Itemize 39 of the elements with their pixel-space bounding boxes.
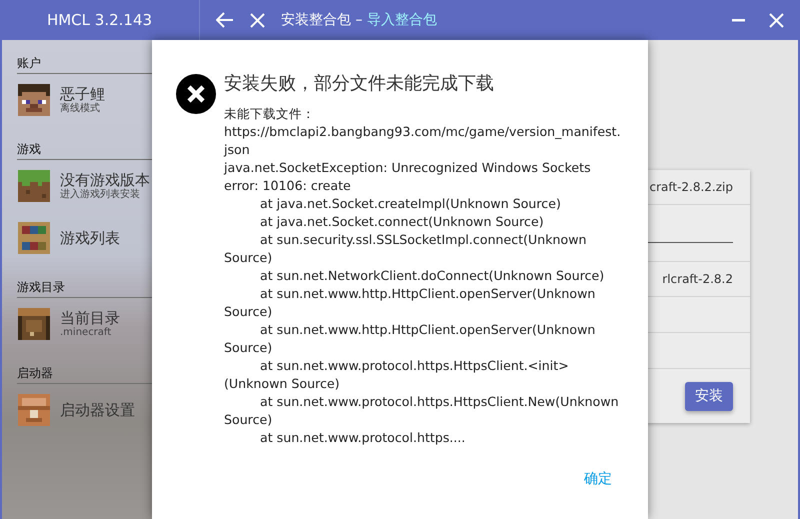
sidebar-item[interactable]: 游戏列表 <box>2 212 200 264</box>
page-title: 安装整合包 – 导入整合包 <box>281 10 437 30</box>
item-title: 游戏列表 <box>60 229 120 247</box>
crate-icon <box>18 308 50 340</box>
file-name: rlcraft-2.8.2 <box>662 271 733 288</box>
item-title: 恶子鲤 <box>60 85 105 103</box>
sidebar-item[interactable]: 启动器设置 <box>2 384 200 436</box>
confirm-button[interactable]: 确定 <box>584 469 612 490</box>
stack-trace-line: at sun.net.www.http.HttpClient.openServer(Unknown Source) <box>224 321 596 357</box>
item-title: 启动器设置 <box>60 401 135 419</box>
item-title: 没有游戏版本 <box>60 171 150 189</box>
app-name: HMCL 3.2.143 <box>46 10 152 31</box>
item-subtitle: .minecraft <box>60 327 112 339</box>
item-subtitle: 离线模式 <box>60 103 101 115</box>
close-icon[interactable] <box>769 12 784 28</box>
stack-trace-line: at sun.net.NetworkClient.doConnect(Unknown Source) <box>259 267 606 285</box>
stack-trace-line: at sun.net.www.protocol.https.HttpsClient.<init>(Unknown Source) <box>224 357 570 393</box>
head-icon <box>18 84 50 116</box>
file-name: craft-2.8.2.zip <box>649 179 733 196</box>
stack-trace-line: at sun.net.www.http.HttpClient.openServer(Unknown Source) <box>224 285 596 321</box>
item-title: 当前目录 <box>60 309 120 327</box>
bookshelf-icon <box>18 222 50 254</box>
stack-trace-line: at java.net.Socket.createImpl(Unknown Source) <box>259 195 562 213</box>
dialog-title: 安装失败，部分文件未能完成下载 <box>224 72 495 96</box>
stack-trace-line: at sun.security.ssl.SSLSocketImpl.connect(Unknown Source) <box>224 231 588 267</box>
stack-trace-line: at sun.net.www.protocol.https.HttpsClient.New(Unknown Source) <box>224 393 620 429</box>
grass-block-icon <box>18 170 50 202</box>
back-icon[interactable] <box>216 12 234 28</box>
stack-trace-line: at java.net.Socket.connect(Unknown Source) <box>259 213 545 231</box>
item-subtitle: 进入游戏列表安装 <box>60 189 141 201</box>
minimize-icon[interactable] <box>732 18 745 22</box>
sidebar-item[interactable]: 当前目录 .minecraft <box>2 298 200 350</box>
sidebar-item[interactable]: 恶子鲤 离线模式 <box>2 74 200 126</box>
error-icon <box>176 74 216 114</box>
install-button[interactable]: 安装 <box>685 382 733 410</box>
block-icon <box>18 394 50 426</box>
close-icon[interactable] <box>250 12 265 28</box>
stack-trace-line: at sun.net.www.protocol.https.... <box>259 429 466 447</box>
sidebar-item[interactable]: 没有游戏版本 进入游戏列表安装 <box>2 160 200 212</box>
